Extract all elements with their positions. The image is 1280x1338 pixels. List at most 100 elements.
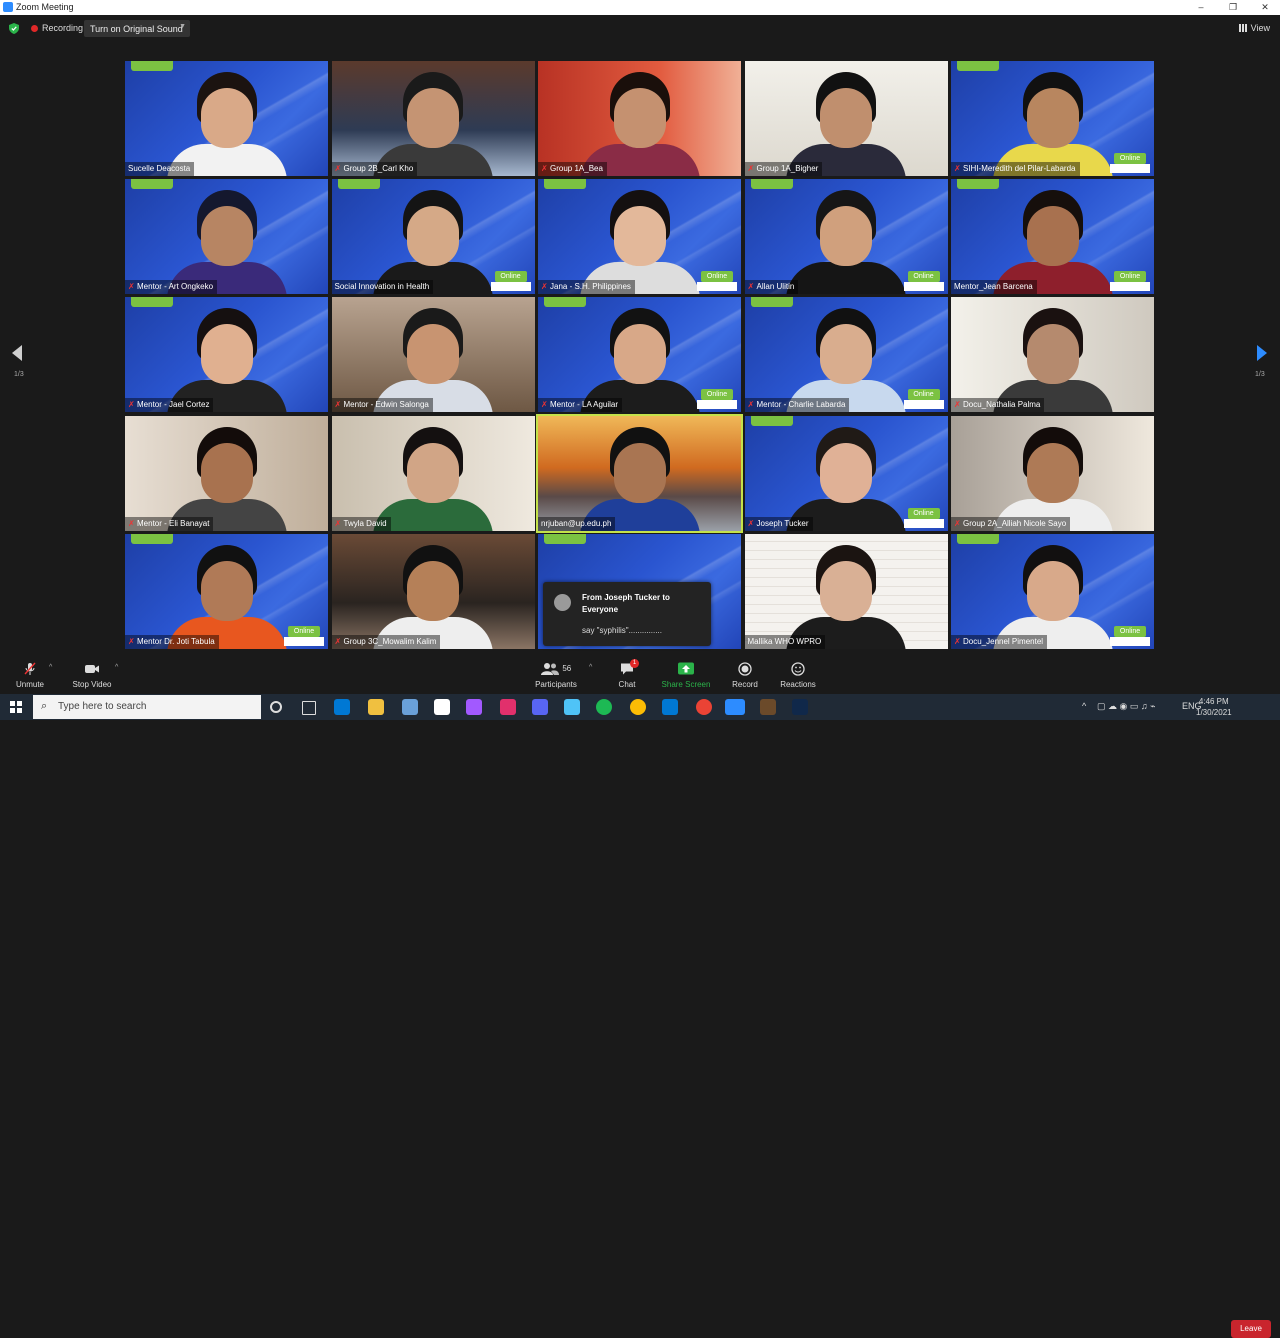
participant-video-tile[interactable]: Online Social Innovation in Health <box>331 179 535 295</box>
online-badge: Online <box>907 271 940 283</box>
participant-video-tile[interactable]: ✗ Group 2B_Carl Kho <box>331 61 535 176</box>
participant-video-tile[interactable]: Online ✗ SIHI-Meredith del Pilar-Labarda <box>951 61 1154 176</box>
chrome-profile-icon[interactable] <box>696 699 712 715</box>
participant-video-tile[interactable]: ✗ Mentor - Edwin Salonga <box>331 297 535 413</box>
chrome-icon[interactable] <box>630 699 646 715</box>
participant-video-tile[interactable]: Online ✗ Joseph Tucker <box>744 415 948 531</box>
participant-video-tile[interactable]: Online ✗ Mentor Dr. Joti Tabula <box>125 533 328 649</box>
view-label: View <box>1250 23 1270 33</box>
grid-view-icon <box>1238 24 1247 32</box>
muted-microphone-icon: ✗ <box>747 282 755 292</box>
participant-video-tile[interactable]: ✗ Group 2A_Alliah Nicole Sayo <box>951 415 1154 531</box>
participants-button[interactable]: 56 Participants <box>533 654 579 694</box>
task-view-icon[interactable] <box>302 701 316 715</box>
original-sound-button[interactable]: Turn on Original Sound ▼ <box>84 20 190 37</box>
participant-face <box>407 442 459 503</box>
share-screen-button[interactable]: Share Screen <box>659 654 713 694</box>
unmute-button[interactable]: Unmute <box>10 654 50 694</box>
app-icon[interactable] <box>564 699 580 715</box>
chat-from-label: From Joseph Tucker to Everyone <box>582 593 670 614</box>
banner-logo <box>1110 636 1150 646</box>
reactions-button[interactable]: Reactions <box>777 654 819 694</box>
banner-logo <box>284 636 324 646</box>
participant-face <box>1026 206 1079 267</box>
muted-microphone-icon: ✗ <box>541 400 548 410</box>
participant-name-label: ✗ Group 2B_Carl Kho <box>331 162 418 176</box>
file-explorer-icon[interactable] <box>368 699 384 715</box>
window-title-bar: Zoom Meeting – ❐ ✕ <box>0 0 1280 15</box>
record-button[interactable]: Record <box>727 654 763 694</box>
participant-video-tile[interactable]: Online ✗ Jana - S.H. Philippines <box>538 179 741 295</box>
tray-chevron-icon[interactable]: ^ <box>1082 701 1086 711</box>
previous-page-arrow-icon[interactable] <box>12 345 22 361</box>
participant-video-tile[interactable]: ✗ Mentor - Art Ongkeko <box>125 179 328 295</box>
banner-logo <box>697 282 737 292</box>
app-icon[interactable] <box>792 699 808 715</box>
banner-tag <box>131 297 173 308</box>
participant-video-tile[interactable]: Online ✗ Docu_Jennel Pimentel <box>951 533 1154 649</box>
participant-name: Allan Ulitin <box>756 282 795 292</box>
maximize-button[interactable]: ❐ <box>1218 0 1248 15</box>
participant-video-tile[interactable]: Mallika WHO WPRO <box>744 533 948 649</box>
taskbar-search-box[interactable]: ⌕ Type here to search <box>33 695 261 719</box>
chat-notification-popup[interactable]: From Joseph Tucker to Everyone say "syph… <box>543 582 711 646</box>
security-shield-icon[interactable] <box>9 23 19 34</box>
view-button[interactable]: View <box>1238 23 1270 33</box>
participant-video-tile[interactable]: ✗ Group 1A_Bigher <box>744 61 948 176</box>
participant-face <box>820 560 872 621</box>
chevron-down-icon[interactable]: ▼ <box>179 23 186 30</box>
participant-video-tile[interactable]: Online Mentor_Jean Barcena <box>951 179 1154 295</box>
participant-name-label: Social Innovation in Health <box>331 280 434 295</box>
participant-video-tile[interactable]: ✗ Mentor - Eli Banayat <box>125 415 328 531</box>
participant-video-tile[interactable]: ✗ Group 3C_Mowalim Kalim <box>331 533 535 649</box>
participant-video-tile[interactable]: Online ✗ Mentor - Charlie Labarda <box>744 297 948 413</box>
participant-video-tile[interactable]: ✗ Docu_Nathalia Palma <box>951 297 1154 413</box>
windows-start-icon[interactable] <box>10 701 22 713</box>
participant-name: Social Innovation in Health <box>334 282 430 292</box>
app-icon[interactable] <box>402 699 418 715</box>
spotify-icon[interactable] <box>596 699 612 715</box>
cortana-icon[interactable] <box>270 701 282 713</box>
participant-name-label: ✗ Mentor Dr. Joti Tabula <box>125 634 219 649</box>
share-screen-label: Share Screen <box>661 680 711 689</box>
participant-video-tile[interactable]: ✗ Twyla David <box>331 415 535 531</box>
zoom-taskbar-icon[interactable] <box>725 699 745 715</box>
participants-options-chevron-icon[interactable]: ^ <box>589 664 592 671</box>
participant-video-tile[interactable]: Sucelle Deacosta <box>125 61 328 176</box>
taskbar-clock[interactable]: 4:46 PM 1/30/2021 <box>1196 696 1232 718</box>
leave-button[interactable]: Leave <box>1231 1320 1271 1338</box>
next-page-arrow-icon[interactable] <box>1257 345 1267 361</box>
record-icon <box>738 662 752 676</box>
banner-tag <box>544 297 586 308</box>
figma-icon[interactable] <box>466 699 482 715</box>
participant-video-tile[interactable]: Online ✗ Allan Ulitin <box>744 179 948 295</box>
video-options-chevron-icon[interactable]: ^ <box>115 664 118 671</box>
banner-tag <box>957 533 999 544</box>
participant-video-tile[interactable]: ✗ Mentor - Jael Cortez <box>125 297 328 413</box>
chat-message-text: say "syphilis"............... <box>582 626 662 635</box>
minimize-button[interactable]: – <box>1186 0 1216 15</box>
messenger-icon[interactable] <box>500 699 516 715</box>
chat-button[interactable]: Chat <box>610 654 644 694</box>
participant-video-tile[interactable]: nrjuban@up.edu.ph <box>536 413 743 533</box>
chat-unread-badge: 1 <box>630 659 639 668</box>
vscode-icon[interactable] <box>334 699 350 715</box>
audio-options-chevron-icon[interactable]: ^ <box>49 664 52 671</box>
muted-microphone-icon: ✗ <box>128 636 135 646</box>
app-icon[interactable] <box>760 699 776 715</box>
participant-name-label: ✗ Mentor - LA Aguilar <box>538 398 623 413</box>
notion-icon[interactable] <box>434 699 450 715</box>
banner-tag <box>750 297 793 308</box>
participant-video-tile[interactable]: Online ✗ Mentor - LA Aguilar <box>538 297 741 413</box>
discord-icon[interactable] <box>532 699 548 715</box>
muted-microphone-icon: ✗ <box>541 164 548 173</box>
participant-name: Mentor Dr. Joti Tabula <box>137 636 215 646</box>
online-badge: Online <box>701 389 733 401</box>
close-button[interactable]: ✕ <box>1250 0 1280 15</box>
participant-face <box>820 206 872 267</box>
mail-icon[interactable] <box>662 699 678 715</box>
muted-microphone-icon: ✗ <box>954 400 961 410</box>
participant-video-tile[interactable]: ✗ Group 1A_Bea <box>538 61 741 176</box>
tray-icons[interactable]: ▢ ☁ ◉ ▭ ♫ ⌁ <box>1097 701 1156 712</box>
stop-video-button[interactable]: Stop Video <box>68 654 116 694</box>
